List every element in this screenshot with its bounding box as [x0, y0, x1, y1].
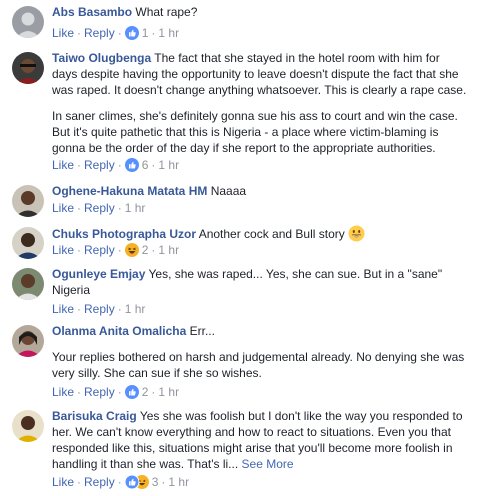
avatar[interactable]	[12, 6, 44, 38]
timestamp[interactable]: 1 hr	[125, 302, 146, 316]
haha-reaction-icon[interactable]	[124, 243, 139, 257]
comment-body: Chuks Photographa Uzor Another cock and …	[52, 225, 468, 242]
like-reaction-icon[interactable]	[124, 158, 139, 172]
separator: ·	[77, 302, 82, 316]
separator: ·	[77, 475, 82, 489]
reply-button[interactable]: Reply	[84, 302, 115, 316]
separator: ·	[117, 158, 122, 172]
comment-author[interactable]: Taiwo Olugbenga	[52, 51, 151, 65]
comment-body: Taiwo Olugbenga The fact that she stayed…	[52, 50, 468, 156]
avatar[interactable]	[12, 268, 44, 300]
timestamp[interactable]: 1 hr	[125, 201, 146, 215]
comment-author[interactable]: Ogunleye Emjay	[52, 267, 145, 281]
reaction-count[interactable]: 2	[142, 385, 149, 399]
comment-body: Abs Basambo What rape?	[52, 4, 468, 20]
like-button[interactable]: Like	[52, 475, 74, 489]
like-button[interactable]: Like	[52, 243, 74, 257]
separator: ·	[77, 243, 82, 257]
comment-text: In saner climes, she's definitely gonna …	[52, 109, 458, 155]
like-button[interactable]: Like	[52, 302, 74, 316]
like-reaction-icon[interactable]	[124, 26, 139, 40]
separator: ·	[117, 385, 122, 399]
timestamp[interactable]: 1 hr	[168, 475, 189, 489]
reply-button[interactable]: Reply	[84, 158, 115, 172]
reaction-count[interactable]: 6	[142, 158, 149, 172]
separator: ·	[77, 385, 82, 399]
comment-list: Abs Basambo What rape? Like · Reply · 1 · 1 hr…	[0, 0, 478, 496]
comment-actions: Like · Reply · 2 · 1 hr	[52, 384, 179, 400]
comment-body: Barisuka Craig Yes she was foolish but I…	[52, 408, 468, 472]
reply-button[interactable]: Reply	[84, 243, 115, 257]
reaction-count[interactable]: 2	[142, 243, 149, 257]
comment-text: Naaaa	[210, 184, 247, 198]
timestamp[interactable]: 1 hr	[158, 385, 179, 399]
reply-button[interactable]: Reply	[84, 201, 115, 215]
timestamp[interactable]: 1 hr	[158, 26, 179, 40]
like-button[interactable]: Like	[52, 26, 74, 40]
comment-body: Oghene-Hakuna Matata HM Naaaa	[52, 183, 468, 199]
separator: ·	[151, 26, 156, 40]
comment-author[interactable]: Barisuka Craig	[52, 409, 137, 423]
comment-body: Olanma Anita Omalicha Err... Your replie…	[52, 323, 468, 381]
separator: ·	[117, 201, 122, 215]
like-button[interactable]: Like	[52, 158, 74, 172]
comment-author[interactable]: Olanma Anita Omalicha	[52, 324, 186, 338]
avatar[interactable]	[12, 410, 44, 442]
separator: ·	[77, 26, 82, 40]
reaction-count[interactable]: 1	[142, 26, 149, 40]
comment-actions: Like · Reply · 3 · 1 hr	[52, 474, 189, 490]
separator: ·	[151, 385, 156, 399]
separator: ·	[117, 475, 122, 489]
reaction-count[interactable]: 3	[152, 475, 159, 489]
separator: ·	[117, 26, 122, 40]
comment-text: Another cock and Bull story	[198, 227, 345, 241]
comment-actions: Like · Reply · 2 · 1 hr	[52, 242, 179, 258]
comment-author[interactable]: Abs Basambo	[52, 5, 132, 19]
avatar[interactable]	[12, 185, 44, 217]
avatar[interactable]	[12, 325, 44, 357]
avatar[interactable]	[12, 52, 44, 84]
comment-text: Your replies bothered on harsh and judge…	[52, 350, 465, 380]
comment-author[interactable]: Chuks Photographa Uzor	[52, 227, 196, 241]
separator: ·	[77, 201, 82, 215]
timestamp[interactable]: 1 hr	[158, 158, 179, 172]
comment-actions: Like · Reply · 1 hr	[52, 200, 145, 216]
avatar[interactable]	[12, 227, 44, 259]
like-haha-reactions-icon[interactable]	[124, 475, 149, 489]
comment-body: Ogunleye Emjay Yes, she was raped... Yes…	[52, 266, 468, 298]
grinning-face-emoji	[348, 225, 365, 242]
comment-actions: Like · Reply · 1 · 1 hr	[52, 25, 179, 41]
separator: ·	[161, 475, 166, 489]
comment-author[interactable]: Oghene-Hakuna Matata HM	[52, 184, 207, 198]
comment-actions: Like · Reply · 6 · 1 hr	[52, 157, 179, 173]
see-more-link[interactable]: See More	[242, 457, 294, 471]
like-button[interactable]: Like	[52, 201, 74, 215]
comment-actions: Like · Reply · 1 hr	[52, 301, 145, 317]
comment-text: What rape?	[135, 5, 198, 19]
reply-button[interactable]: Reply	[84, 385, 115, 399]
separator: ·	[151, 158, 156, 172]
reply-button[interactable]: Reply	[84, 26, 115, 40]
comment-text: Err...	[189, 324, 215, 338]
separator: ·	[77, 158, 82, 172]
timestamp[interactable]: 1 hr	[158, 243, 179, 257]
separator: ·	[117, 243, 122, 257]
like-reaction-icon[interactable]	[124, 385, 139, 399]
separator: ·	[117, 302, 122, 316]
like-button[interactable]: Like	[52, 385, 74, 399]
reply-button[interactable]: Reply	[84, 475, 115, 489]
separator: ·	[151, 243, 156, 257]
